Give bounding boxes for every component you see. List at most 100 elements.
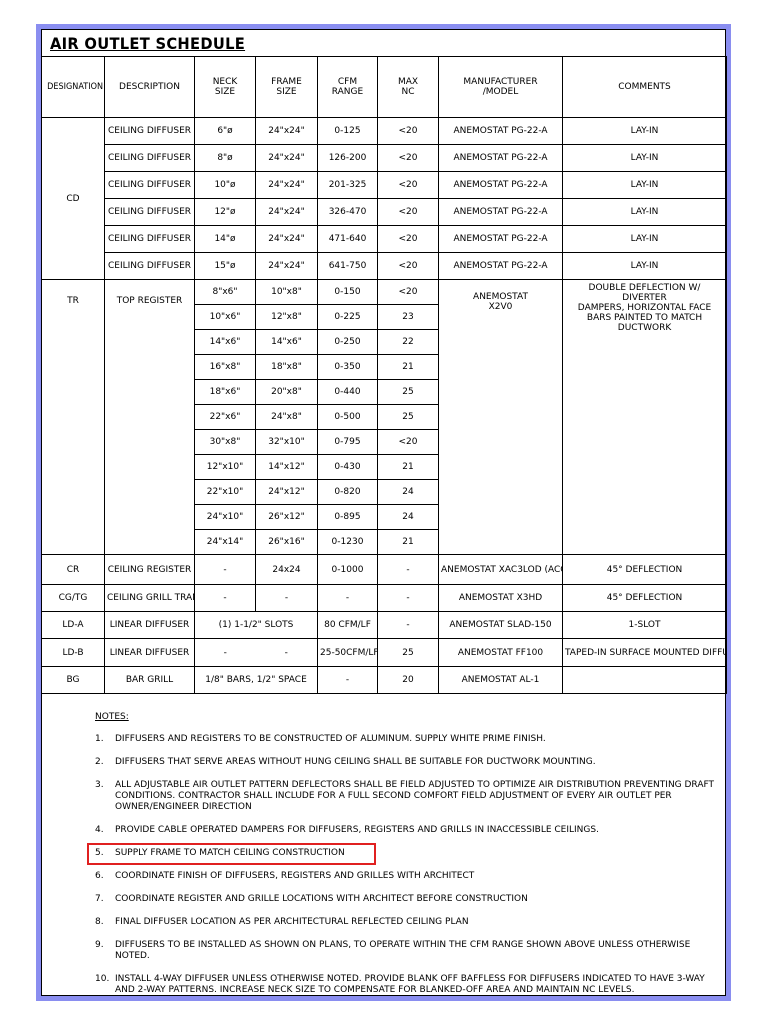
cfm-range-cell: 80 CFM/LF (317, 611, 378, 639)
max-nc-cell: - (377, 554, 439, 585)
designation-cell: CR (41, 554, 105, 585)
neck-size-cell: - (194, 638, 256, 667)
max-nc-cell: 25 (377, 379, 439, 405)
max-nc-cell: <20 (377, 198, 439, 226)
frame-size-cell: 24x24 (255, 554, 318, 585)
table-row: CEILING DIFFUSER 14"ø 24"x24" 471-640 <20 ANE… (42, 225, 727, 253)
header-max-nc: MAX NC (377, 56, 439, 118)
comments-cell: 45° DEFLECTION (562, 584, 727, 612)
frame-size-cell: 14"x12" (255, 454, 318, 480)
description-cell: CEILING DIFFUSER (104, 171, 195, 199)
neck-size-cell: 14"x6" (194, 329, 256, 355)
frame-size-cell: 14"x6" (255, 329, 318, 355)
note-number: 4. (95, 825, 104, 835)
header-comments: COMMENTS (562, 56, 727, 118)
frame-size-cell: 10"x8" (255, 279, 318, 305)
frame-size-cell: 24"x24" (255, 171, 318, 199)
cfm-range-cell: 0-250 (317, 329, 378, 355)
manufacturer-cell: ANEMOSTAT PG-22-A (438, 117, 563, 145)
header-frame-size: FRAME SIZE (255, 56, 318, 118)
table-row: CG/TGCEILING GRILL TRANFER GRILL----ANEM… (41, 584, 727, 612)
note-item: 6. COORDINATE FINISH OF DIFFUSERS, REGIST… (95, 871, 715, 882)
max-nc-cell: 21 (377, 529, 439, 555)
comments-cell: LAY-IN (562, 117, 727, 145)
frame-size-cell: 26"x12" (255, 504, 318, 530)
note-number: 7. (95, 894, 104, 904)
description-cell: CEILING DIFFUSER (104, 225, 195, 253)
highlight-box-note-5 (87, 843, 376, 865)
description-cell: CEILING GRILL TRANFER GRILL (104, 584, 195, 612)
max-nc-cell: 21 (377, 454, 439, 480)
manufacturer-cell: ANEMOSTAT PG-22-A (438, 198, 563, 226)
manufacturer-cell: ANEMOSTAT X3HD (438, 584, 563, 612)
neck-size-cell: 6"ø (194, 117, 256, 145)
neck-size-cell: 10"x6" (194, 304, 256, 330)
table-row: CR CEILING REGISTER -24x24 0-1000- ANEMOSTAT… (41, 554, 727, 585)
note-text: DIFFUSERS TO BE INSTALLED AS SHOWN ON PL… (115, 940, 691, 961)
description-cell: CEILING DIFFUSER (104, 198, 195, 226)
cfm-range-cell: 0-895 (317, 504, 378, 530)
max-nc-cell: 25 (377, 404, 439, 430)
max-nc-cell: 23 (377, 304, 439, 330)
neck-size-cell: 15"ø (194, 252, 256, 280)
note-number: 9. (95, 940, 104, 950)
header-description: DESCRIPTION (104, 56, 195, 118)
comments-cell: LAY-IN (562, 144, 727, 172)
neck-size-cell: 8"ø (194, 144, 256, 172)
table-row: LD-B LINEAR DIFFUSER - -25-50CFM/LF 25 ANEMOS… (41, 638, 727, 667)
cfm-range-cell: 0-440 (317, 379, 378, 405)
designation-cell: LD-A (41, 611, 105, 639)
header-manufacturer: MANUFACTURER /MODEL (438, 56, 563, 118)
comments-cell: TAPED-IN SURFACE MOUNTED DIFFUSER (562, 638, 727, 667)
cfm-range-cell: 0-500 (317, 404, 378, 430)
note-item: 3. ALL ADJUSTABLE AIR OUTLET PATTERN DEFL… (95, 780, 715, 813)
description-cell: LINEAR DIFFUSER (104, 638, 195, 667)
frame-size-cell: 24"x24" (255, 117, 318, 145)
note-text: FINAL DIFFUSER LOCATION AS PER ARCHITECT… (115, 917, 469, 927)
manufacturer-cell: ANEMOSTAT PG-22-A (438, 171, 563, 199)
comments-cell (562, 666, 727, 694)
note-item: 8. FINAL DIFFUSER LOCATION AS PER ARCHITE… (95, 917, 715, 928)
cfm-range-cell: 0-795 (317, 429, 378, 455)
neck-size-cell: 24"x10" (194, 504, 256, 530)
frame-size-cell: - (255, 584, 318, 612)
designation-cell: CD (41, 117, 105, 280)
cfm-range-cell: 0-150 (317, 279, 378, 305)
header-neck-size: NECK SIZE (194, 56, 256, 118)
cfm-range-cell: - (317, 584, 378, 612)
note-text: DIFFUSERS AND REGISTERS TO BE CONSTRUCTE… (115, 734, 546, 744)
note-number: 8. (95, 917, 104, 927)
max-nc-cell: <20 (377, 144, 439, 172)
neck-size-cell: 8"x6" (194, 279, 256, 305)
table-row: CD CEILING DIFFUSER 6"ø 24"x24" 0-125 <20 ANEM… (41, 117, 727, 280)
cfm-range-cell: 471-640 (317, 225, 378, 253)
neck-frame-cell: (1) 1-1/2" SLOTS (194, 611, 318, 639)
description-cell: CEILING REGISTER (104, 554, 195, 585)
note-item: 1. DIFFUSERS AND REGISTERS TO BE CONSTRUC… (95, 734, 715, 745)
max-nc-cell: 21 (377, 354, 439, 380)
cfm-range-cell: 0-820 (317, 479, 378, 505)
note-item: 10. INSTALL 4-WAY DIFFUSER UNLESS OTHERWI… (95, 974, 715, 996)
cfm-range-cell: 326-470 (317, 198, 378, 226)
table-row: LD-A LINEAR DIFFUSER (1) 1-1/2" SLOTS 80 CF… (41, 611, 727, 639)
frame-size-cell: 24"x24" (255, 252, 318, 280)
comments-cell: 45° DEFLECTION (562, 554, 727, 585)
description-cell: CEILING DIFFUSER (104, 117, 195, 145)
header-designation: DESIGNATION (41, 56, 105, 118)
frame-size-cell: 24"x12" (255, 479, 318, 505)
comments-cell: LAY-IN (562, 198, 727, 226)
frame-size-cell: 24"x24" (255, 225, 318, 253)
cfm-range-cell: 641-750 (317, 252, 378, 280)
comments-cell: LAY-IN (562, 225, 727, 253)
comments-cell: LAY-IN (562, 171, 727, 199)
frame-size-cell: 12"x8" (255, 304, 318, 330)
manufacturer-cell: ANEMOSTAT X2V0 (438, 279, 563, 555)
air-outlet-schedule-table: DESIGNATION DESCRIPTION NECK SIZE FRAME … (41, 56, 727, 694)
note-text: DIFFUSERS THAT SERVE AREAS WITHOUT HUNG … (115, 757, 596, 767)
frame-size-cell: 24"x24" (255, 144, 318, 172)
header-row: DESIGNATION DESCRIPTION NECK SIZE FRAME … (41, 56, 727, 118)
neck-size-cell: 18"x6" (194, 379, 256, 405)
designation-cell: LD-B (41, 638, 105, 667)
table-row: CEILING DIFFUSER 10"ø 24"x24" 201-325 <20 ANE… (42, 171, 727, 199)
designation-cell: TR (41, 279, 105, 555)
